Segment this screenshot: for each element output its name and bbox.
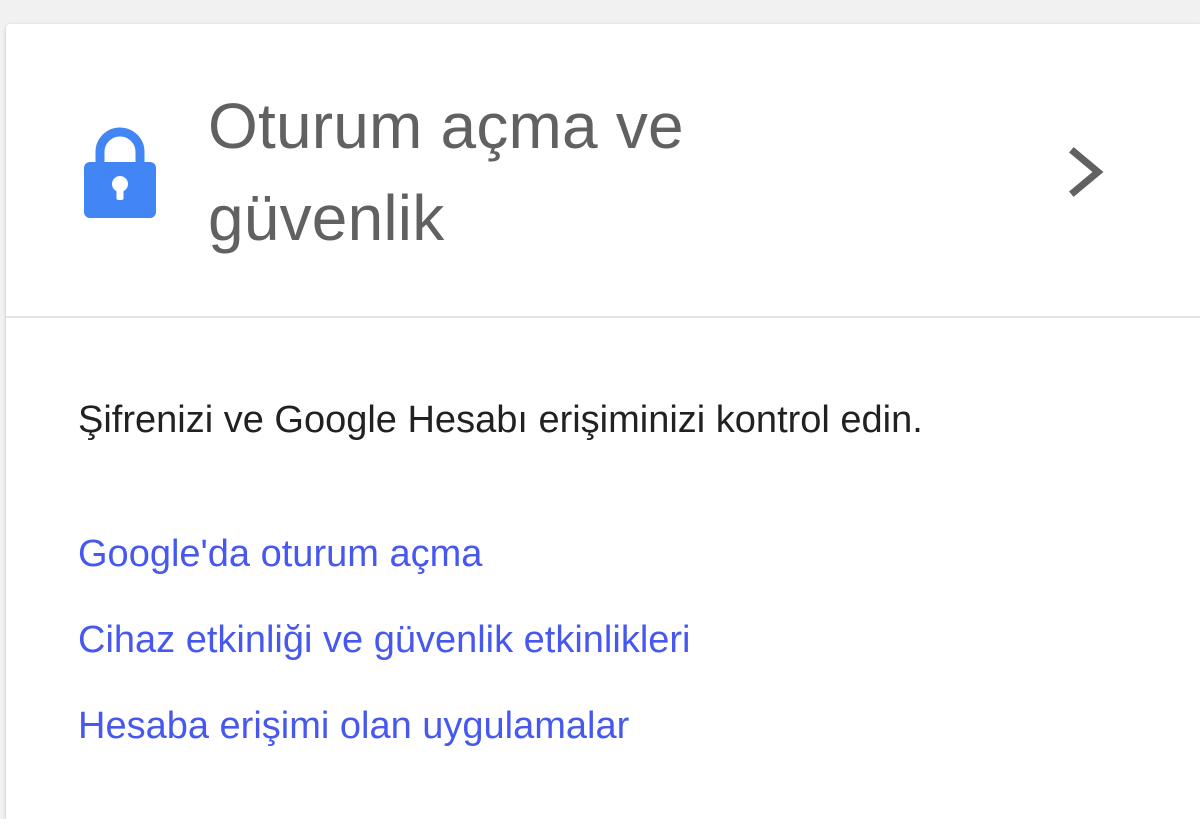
google-sign-in-link[interactable]: Google'da oturum açma [78, 533, 482, 575]
card-header[interactable]: Oturum açma ve güvenlik [6, 24, 1200, 318]
chevron-right-icon[interactable] [1062, 140, 1110, 204]
card-title-line2: güvenlik [208, 182, 445, 254]
device-activity-link[interactable]: Cihaz etkinliği ve güvenlik etkinlikleri [78, 619, 691, 661]
list-item: Google'da oturum açma [78, 530, 691, 616]
sign-in-security-card: Oturum açma ve güvenlik Şifrenizi ve Goo… [6, 24, 1200, 819]
apps-with-access-link[interactable]: Hesaba erişimi olan uygulamalar [78, 705, 629, 747]
card-description: Şifrenizi ve Google Hesabı erişiminizi k… [78, 399, 923, 441]
card-links: Google'da oturum açma Cihaz etkinliği ve… [78, 530, 691, 788]
card-title-line1: Oturum açma ve [208, 90, 684, 162]
list-item: Hesaba erişimi olan uygulamalar [78, 702, 691, 788]
card-title: Oturum açma ve güvenlik [208, 80, 928, 264]
lock-icon [82, 124, 158, 220]
list-item: Cihaz etkinliği ve güvenlik etkinlikleri [78, 616, 691, 702]
